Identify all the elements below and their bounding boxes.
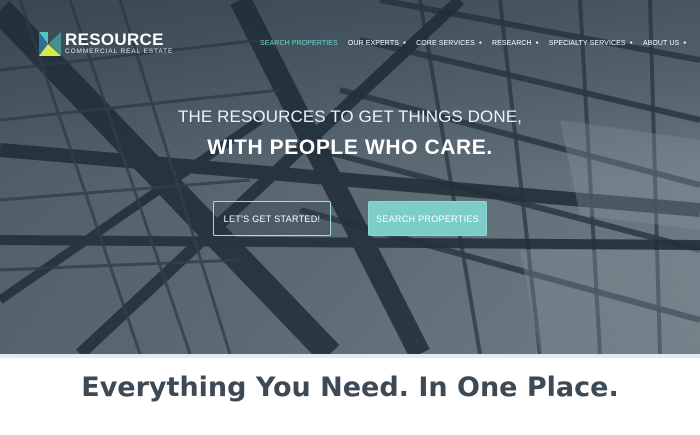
nav-item-label: SPECIALTY SERVICES xyxy=(548,39,626,47)
dropdown-dot-icon: ● xyxy=(683,39,687,46)
logo-mark-icon xyxy=(39,32,61,56)
search-properties-button[interactable]: SEARCH PROPERTIES xyxy=(368,201,487,236)
nav-item-core-services[interactable]: CORE SERVICES ● xyxy=(416,40,482,47)
nav-item-about-us[interactable]: ABOUT US ● xyxy=(643,40,687,47)
nav-item-label: SEARCH PROPERTIES xyxy=(260,39,338,47)
dropdown-dot-icon: ● xyxy=(535,39,539,46)
hero-divider xyxy=(0,354,700,358)
brand-logo[interactable]: RESOURCE COMMERCIAL REAL ESTATE xyxy=(39,31,179,57)
nav-item-specialty-services[interactable]: SPECIALTY SERVICES ● xyxy=(549,40,633,47)
main-nav: SEARCH PROPERTIES OUR EXPERTS ● CORE SER… xyxy=(260,38,686,48)
nav-item-research[interactable]: RESEARCH ● xyxy=(492,40,539,47)
section-heading: Everything You Need. In One Place. xyxy=(81,372,619,403)
nav-item-our-experts[interactable]: OUR EXPERTS ● xyxy=(348,40,406,47)
dropdown-dot-icon: ● xyxy=(402,39,407,46)
dropdown-dot-icon: ● xyxy=(629,39,633,46)
nav-item-label: RESEARCH xyxy=(491,39,532,47)
hero-headline-line-2: WITH PEOPLE WHO CARE. xyxy=(207,136,493,159)
nav-item-label: OUR EXPERTS xyxy=(347,39,399,47)
hero-headline-line-1: THE RESOURCES TO GET THINGS DONE, xyxy=(178,107,522,126)
dropdown-dot-icon: ● xyxy=(478,39,482,46)
nav-item-label: CORE SERVICES xyxy=(416,39,475,47)
brand-subtitle: COMMERCIAL REAL ESTATE xyxy=(65,48,174,55)
nav-item-search-properties[interactable]: SEARCH PROPERTIES xyxy=(260,40,338,47)
hero-section: RESOURCE COMMERCIAL REAL ESTATE SEARCH P… xyxy=(0,0,700,354)
brand-name: RESOURCE xyxy=(65,30,164,49)
get-started-button[interactable]: LET'S GET STARTED! xyxy=(213,201,331,236)
nav-item-label: ABOUT US xyxy=(642,39,680,47)
